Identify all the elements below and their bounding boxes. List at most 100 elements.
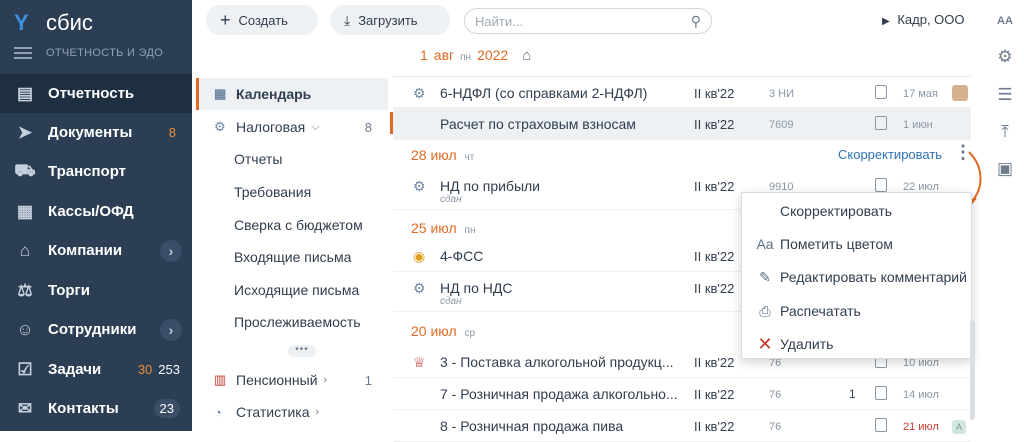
text-color-icon: Aa [756,236,774,252]
toolbar: + Создать ⤓ Загрузить Найти... ⚲ ▶ Кадр,… [192,0,1024,40]
avatar: A [952,420,966,434]
export-icon[interactable]: ⤒ [994,121,1016,143]
plus-icon: + [220,9,231,30]
menu-item-traceability[interactable]: Прослеживаемость [196,306,388,338]
calendar-icon: ▦ [214,86,227,101]
menu-item-color-mark[interactable]: Aa Пометить цветом [742,228,973,260]
section-header: ОТЧЕТНОСТЬ И ЭДО [14,47,163,59]
table-row[interactable]: 8 - Розничная продажа пива II кв'22 76 2… [393,410,971,442]
tax-service-icon: ⚙ [413,280,426,296]
table-row[interactable]: ⚙ 6-НДФЛ (со справками 2-НДФЛ) II кв'22 … [393,76,971,108]
nav-item-companies[interactable]: ⌂ Компании › [0,231,192,270]
chevron-right-icon[interactable]: › [324,374,328,386]
menu-item-delete[interactable]: ✕ Удалить [742,328,973,360]
companies-icon: ⌂ [19,240,31,260]
chevron-right-icon[interactable]: › [316,406,320,418]
sbis-logo-icon: Y [14,10,29,35]
menu-item-print[interactable]: ⎙ Распечатать [742,295,973,327]
menu-item-correct[interactable]: Скорректировать [742,195,973,227]
chevron-right-icon[interactable]: › [160,239,182,262]
document-icon [875,418,887,432]
save-icon[interactable]: ▣ [994,158,1016,180]
pencil-icon: ✎ [759,268,771,285]
search-input[interactable]: Найти... ⚲ [464,8,712,34]
tax-service-icon: ⚙ [413,85,426,101]
font-size-icon[interactable]: AA [994,10,1016,32]
menu-item-tax[interactable]: ⚙ Налоговая ⌵ 8 [196,111,388,143]
tasks-count-total: 253 [158,362,180,377]
alcohol-icon: ♕ [413,354,426,370]
current-date[interactable]: 1 авг пн 2022 ⌂ [420,47,531,64]
attachment-count: 1 [849,387,856,401]
upload-button[interactable]: ⤓ Загрузить [330,5,450,35]
documents-count: 8 [168,125,176,140]
contacts-icon: ✉ [17,398,33,418]
context-menu: Скорректировать Aa Пометить цветом ✎ Ред… [741,192,972,359]
statistics-icon: ◔ [214,404,222,420]
reports-icon: ▤ [16,83,34,103]
main-nav: Y сбис ОТЧЕТНОСТЬ И ЭДО ▤ Отчетность ➤ Д… [0,0,192,431]
group-date: 20 июл ср [411,323,476,339]
truck-icon: ⛟ [14,160,36,180]
scrollbar[interactable] [970,320,975,420]
document-icon [875,178,887,192]
nav-item-documents[interactable]: ➤ Документы 8 [0,113,192,152]
contacts-count: 23 [153,399,180,418]
document-icon [875,85,887,99]
printer-icon: ⎙ [759,302,771,319]
nav-item-cashbox[interactable]: ▦ Кассы/ОФД [0,192,192,231]
menu-item-reports[interactable]: Отчеты [196,143,388,175]
pension-icon: ▥ [214,372,227,387]
avatar [952,85,968,101]
document-icon [875,386,887,400]
delete-icon: ✕ [757,333,773,354]
menu-item-pension[interactable]: ▥ Пенсионный › 1 [196,364,388,396]
employees-icon: ☺ [16,319,34,339]
nav-item-employees[interactable]: ☺ Сотрудники › [0,310,192,349]
menu-icon[interactable] [14,47,32,59]
pension-count: 1 [364,372,372,388]
document-icon [875,116,887,130]
more-icon[interactable]: ••• [288,345,316,357]
menu-item-incoming-letters[interactable]: Входящие письма [196,241,388,273]
menu-item-calendar[interactable]: ▦ Календарь [196,78,388,110]
nav-item-tenders[interactable]: ⚖ Торги [0,271,192,310]
menu-item-outgoing-letters[interactable]: Исходящие письма [196,274,388,306]
group-date: 25 июл пн [411,220,476,236]
nav-item-transport[interactable]: ⛟ Транспорт [0,152,192,191]
menu-item-budget-reconciliation[interactable]: Сверка с бюджетом [196,209,388,241]
logo-text: сбис [46,10,93,35]
search-icon[interactable]: ⚲ [691,13,701,30]
table-row[interactable]: Расчет по страховым взносам II кв'22 760… [390,108,971,140]
nav-item-contacts[interactable]: ✉ Контакты 23 [0,389,192,428]
correct-link[interactable]: Скорректировать [838,147,942,162]
upload-icon: ⤓ [344,11,351,28]
create-button[interactable]: + Создать [206,5,318,35]
chevron-down-icon[interactable]: ⌵ [311,121,319,134]
section-title: ОТЧЕТНОСТЬ И ЭДО [46,47,164,59]
table-row[interactable]: 7 - Розничная продажа алкогольно... II к… [393,378,971,410]
group-date: 28 июл чт [411,147,475,163]
nav-item-tasks[interactable]: ☑ Задачи 30 253 [0,350,192,389]
triangle-right-icon: ▶ [882,16,890,27]
tenders-icon: ⚖ [17,280,33,300]
gear-icon[interactable]: ⚙ [994,46,1016,68]
menu-item-statistics[interactable]: ◔ Статистика › [196,396,388,428]
nav-item-reports[interactable]: ▤ Отчетность [0,74,192,113]
menu-item-edit-comment[interactable]: ✎ Редактировать комментарий [742,261,973,293]
tax-count: 8 [364,119,372,135]
list-settings-icon[interactable]: ☰ [994,84,1016,106]
selection-marker [390,112,393,134]
org-selector[interactable]: ▶ Кадр, ООО [882,12,965,27]
documents-icon: ➤ [17,122,33,142]
tasks-count-new: 30 [137,362,153,377]
home-icon[interactable]: ⌂ [522,47,531,64]
search-placeholder: Найти... [475,13,523,29]
tax-service-icon: ⚙ [413,178,426,194]
logo[interactable]: Y сбис [14,10,93,36]
fss-icon: ◉ [413,248,426,264]
cashbox-icon: ▦ [16,201,34,221]
right-toolbar: AA ⚙ ☰ ⤒ ▣ [986,0,1024,431]
menu-item-requirements[interactable]: Требования [196,176,388,208]
chevron-right-icon[interactable]: › [160,318,182,341]
